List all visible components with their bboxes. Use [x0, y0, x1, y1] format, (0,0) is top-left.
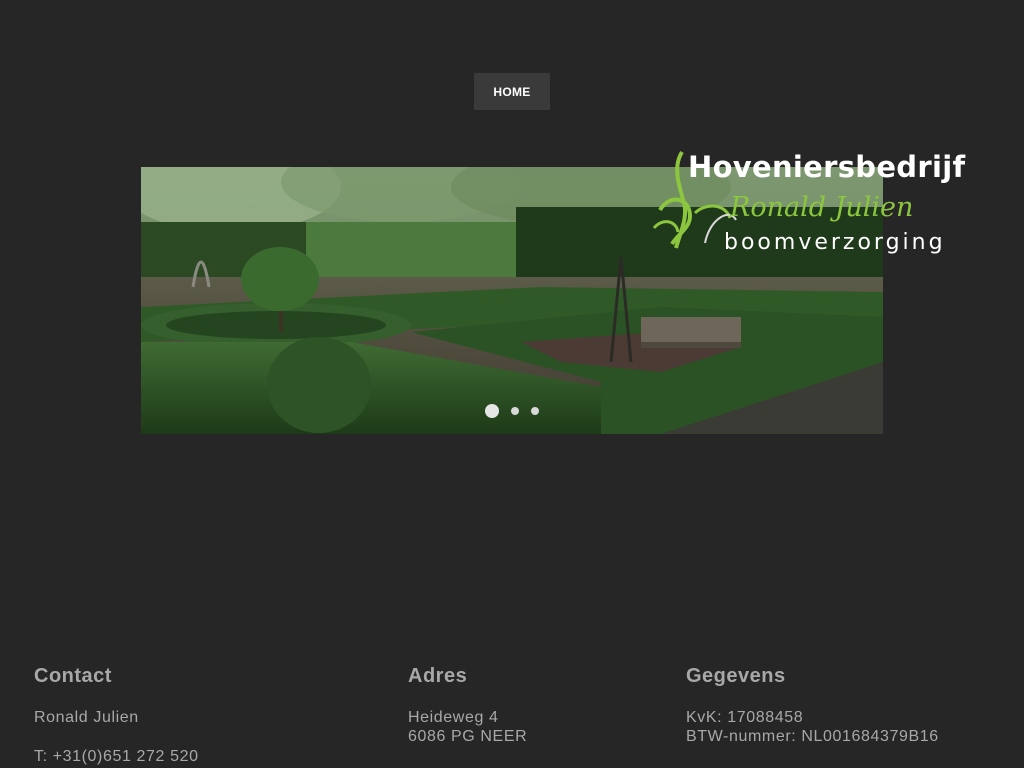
footer-address: Adres Heideweg 4 6086 PG NEER	[408, 665, 527, 746]
footer-address-street: Heideweg 4	[408, 709, 499, 726]
footer-address-title: Adres	[408, 665, 468, 687]
footer-contact-phone[interactable]: T: +31(0)651 272 520	[34, 747, 199, 766]
slider-dot-3[interactable]	[531, 407, 539, 415]
slider-dot-1[interactable]	[485, 404, 499, 418]
footer-contact-title: Contact	[34, 665, 112, 687]
slider-dots	[141, 404, 883, 418]
logo-name: Ronald Julien	[730, 192, 914, 223]
footer-details-btw: BTW-nummer: NL001684379B16	[686, 728, 939, 745]
footer-details-kvk: KvK: 17088458	[686, 709, 804, 726]
footer-details: Gegevens KvK: 17088458 BTW-nummer: NL001…	[686, 665, 939, 746]
footer-contact: Contact Ronald Julien T: +31(0)651 272 5…	[34, 665, 199, 766]
company-logo: Hoveniersbedrijf Ronald Julien boomverzo…	[650, 148, 965, 266]
nav-home-link[interactable]: HOME	[474, 73, 550, 110]
page: HOME Hoveniersbedrijf Ronald Julien boom…	[0, 0, 1024, 768]
slider-dot-2[interactable]	[511, 407, 519, 415]
logo-subtitle: boomverzorging	[724, 230, 946, 255]
footer-details-title: Gegevens	[686, 665, 786, 687]
footer-contact-name: Ronald Julien	[34, 709, 139, 726]
footer-address-city: 6086 PG NEER	[408, 728, 528, 745]
logo-title: Hoveniersbedrijf	[688, 150, 966, 184]
